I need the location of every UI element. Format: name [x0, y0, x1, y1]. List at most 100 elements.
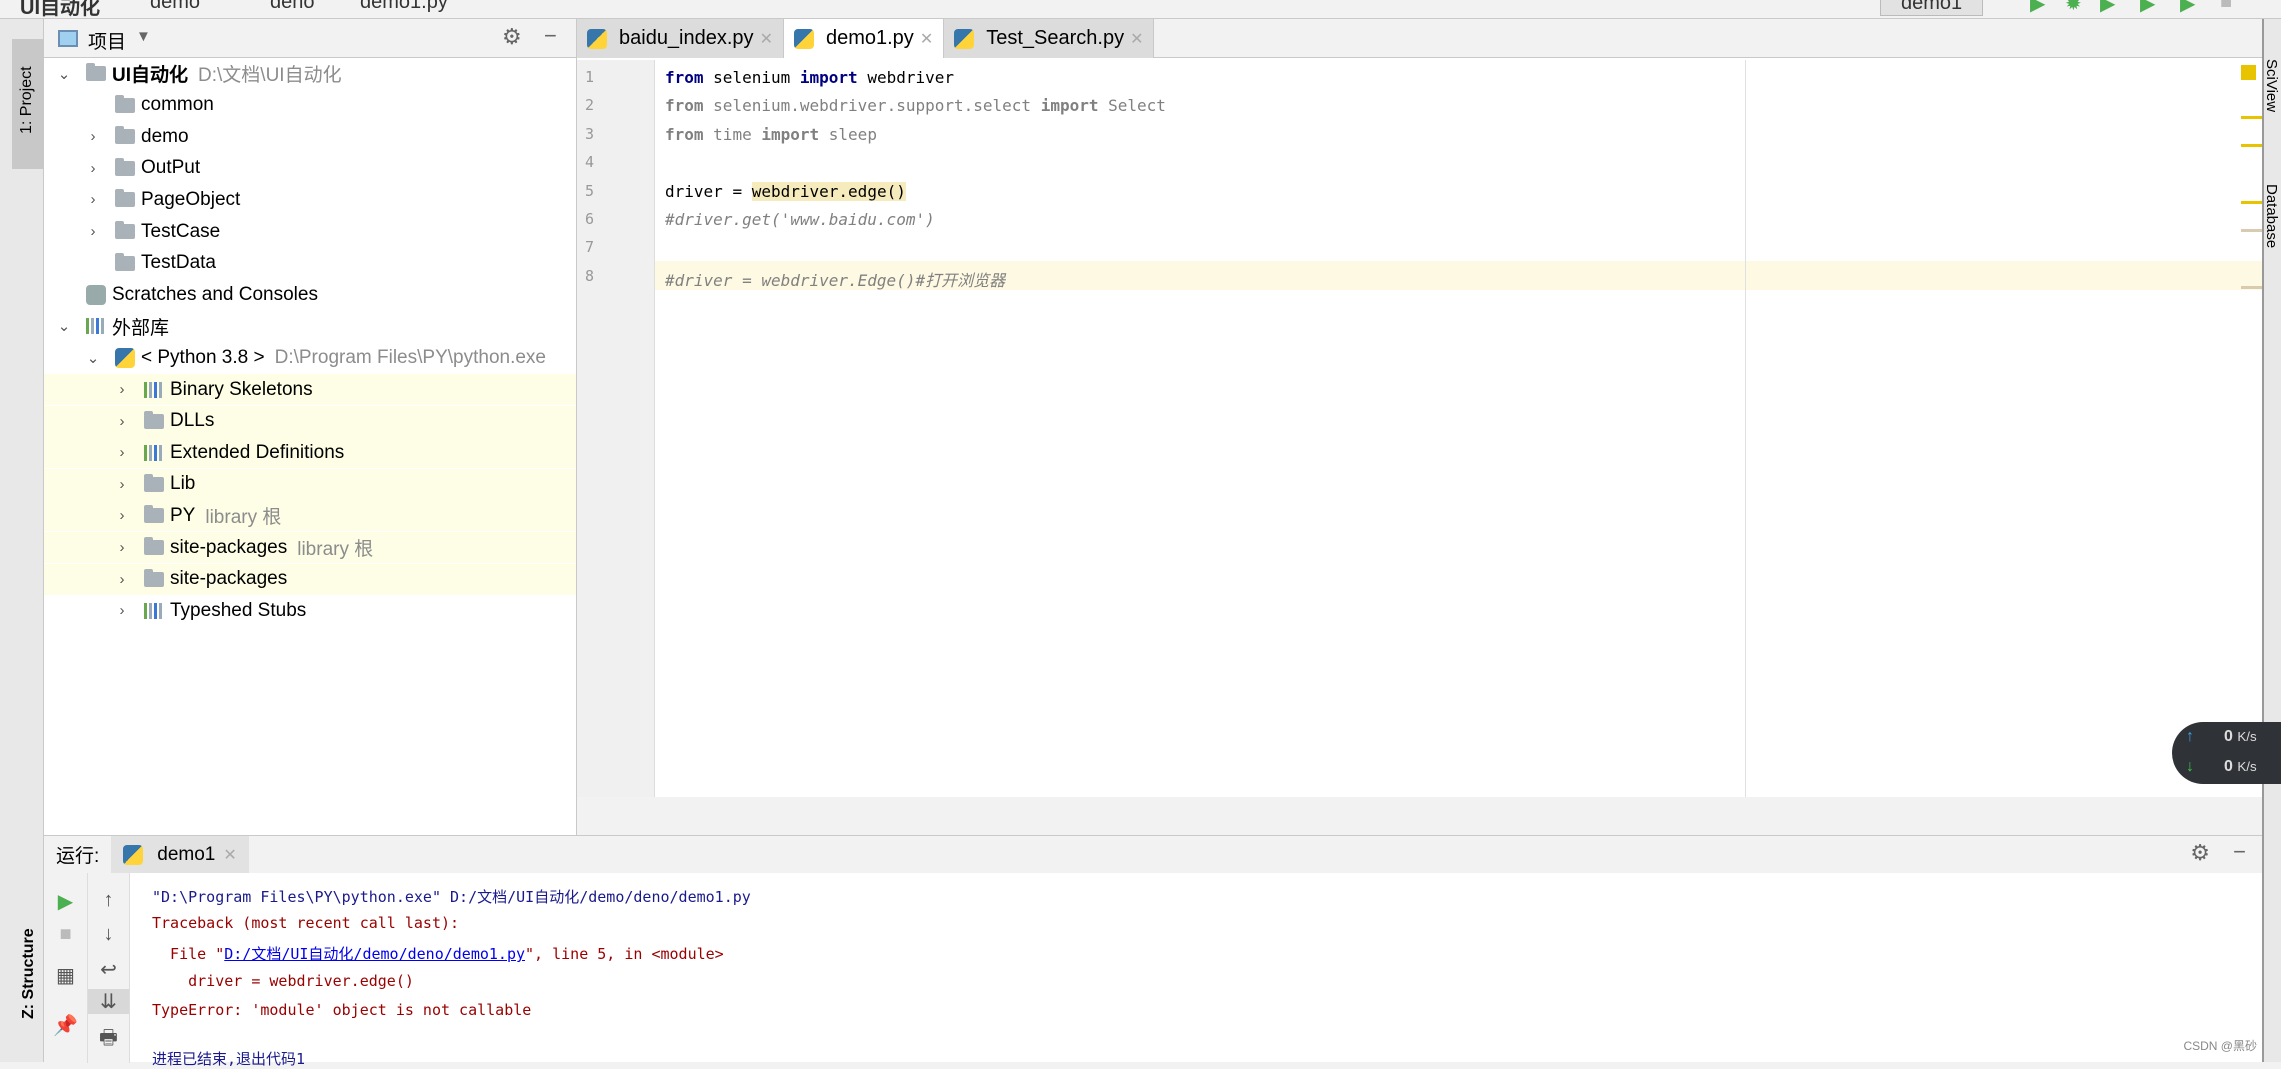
tree-item[interactable]: ⌄ UI自动化 D:\文档\UI自动化	[44, 58, 576, 89]
speed-unit: K/s	[2237, 729, 2257, 744]
tree-item-hint: library 根	[205, 507, 282, 529]
code-line[interactable]: #driver.get('www.baidu.com')	[665, 210, 935, 229]
tree-item-label: TestData	[141, 252, 216, 274]
download-speed: 0	[2224, 758, 2233, 775]
tree-item[interactable]: › PageObject	[44, 184, 576, 215]
arrow-down-icon[interactable]: ↓	[88, 923, 129, 946]
code-line[interactable]: from time import sleep	[665, 125, 877, 144]
tree-item[interactable]: TestData	[44, 248, 576, 279]
close-icon[interactable]: ✕	[920, 29, 933, 49]
print-icon[interactable]: 🖶	[88, 1023, 129, 1057]
tree-item[interactable]: › site-packages	[44, 563, 576, 595]
tree-item[interactable]: common	[44, 90, 576, 121]
tree-item[interactable]: › PY library 根	[44, 500, 576, 532]
chevron-right-icon[interactable]: ›	[114, 602, 130, 619]
upload-arrow-icon: ↑	[2186, 728, 2194, 745]
gear-icon[interactable]: ⚙	[2190, 840, 2210, 866]
soft-wrap-icon[interactable]: ↩	[88, 957, 129, 982]
error-stripe-mark[interactable]	[2241, 229, 2262, 232]
debug-icon[interactable]: ✹	[2065, 0, 2082, 16]
project-view-select[interactable]: 项目	[88, 27, 126, 54]
sciview-tool-tab[interactable]: SciView	[2263, 59, 2280, 112]
database-tool-tab[interactable]: Database	[2263, 184, 2280, 248]
coverage-icon[interactable]: ▶	[2100, 0, 2115, 16]
run-icon[interactable]: ▶	[2030, 0, 2045, 16]
concurrency-icon[interactable]: ▶	[2180, 0, 2195, 16]
breadcrumb-item[interactable]: UI自动化	[20, 0, 100, 18]
tree-item[interactable]: › Extended Definitions	[44, 437, 576, 469]
rerun-icon[interactable]: ▶	[44, 889, 87, 914]
minimize-icon[interactable]: −	[2233, 839, 2246, 865]
editor-tab[interactable]: baidu_index.py ✕	[577, 19, 784, 58]
library-icon	[144, 381, 164, 398]
editor-tab[interactable]: demo1.py ✕	[783, 19, 945, 58]
line-number: 7	[585, 238, 595, 257]
gear-icon[interactable]: ⚙	[502, 24, 522, 50]
chevron-right-icon[interactable]: ›	[114, 507, 130, 524]
pin-icon[interactable]: 📌	[44, 1013, 87, 1038]
run-tab-demo1[interactable]: demo1 ✕	[111, 836, 249, 873]
close-icon[interactable]: ✕	[1130, 29, 1143, 49]
chevron-right-icon[interactable]: ›	[114, 444, 130, 461]
chevron-right-icon[interactable]: ›	[85, 160, 101, 177]
chevron-right-icon[interactable]: ›	[114, 539, 130, 556]
code-token: webdriver	[867, 68, 955, 87]
output-error: TypeError: 'module' object is not callab…	[152, 1001, 532, 1019]
editor-tab[interactable]: Test_Search.py ✕	[944, 19, 1155, 58]
network-speed-widget[interactable]: ↑ 0 K/s ↓ 0 K/s	[2172, 722, 2281, 784]
tree-item[interactable]: › TestCase	[44, 216, 576, 247]
structure-tool-tab[interactable]: Z: Structure	[20, 928, 38, 1019]
tree-item[interactable]: ⌄ < Python 3.8 > D:\Program Files\PY\pytho…	[44, 342, 576, 373]
error-stripe-mark[interactable]	[2241, 144, 2262, 147]
chevron-down-icon[interactable]: ▼	[136, 28, 151, 45]
code-line[interactable]: #driver = webdriver.Edge()#打开浏览器	[665, 267, 1005, 291]
chevron-right-icon[interactable]: ›	[85, 128, 101, 145]
stop-icon[interactable]: ■	[2220, 0, 2232, 14]
breadcrumb-item[interactable]: demo	[150, 0, 200, 14]
tree-item[interactable]: ⌄ 外部库	[44, 311, 576, 342]
chevron-right-icon[interactable]: ›	[114, 381, 130, 398]
code-line[interactable]: from selenium import webdriver	[665, 68, 954, 87]
project-tool-tab[interactable]: 1: Project	[12, 39, 44, 169]
chevron-right-icon[interactable]: ›	[85, 191, 101, 208]
scroll-to-end-icon[interactable]: ⇊	[88, 989, 129, 1014]
tree-item[interactable]: › Lib	[44, 468, 576, 500]
close-icon[interactable]: ✕	[760, 29, 773, 49]
close-icon[interactable]: ✕	[223, 845, 236, 865]
arrow-up-icon[interactable]: ↑	[88, 889, 129, 912]
tree-item[interactable]: Scratches and Consoles	[44, 279, 576, 310]
chevron-down-icon[interactable]: ⌄	[85, 349, 101, 367]
error-stripe-mark[interactable]	[2241, 286, 2262, 289]
chevron-right-icon[interactable]: ›	[114, 476, 130, 493]
chevron-right-icon[interactable]: ›	[114, 571, 130, 588]
code-line[interactable]: from selenium.webdriver.support.select i…	[665, 96, 1166, 115]
tree-item[interactable]: › Typeshed Stubs	[44, 595, 576, 626]
chevron-right-icon[interactable]: ›	[85, 223, 101, 240]
code-line[interactable]: driver = webdriver.edge()	[665, 181, 906, 201]
chevron-right-icon[interactable]: ›	[114, 413, 130, 430]
chevron-down-icon[interactable]: ⌄	[56, 317, 72, 335]
chevron-down-icon[interactable]: ⌄	[56, 65, 72, 83]
minimize-icon[interactable]: −	[544, 23, 557, 49]
output-traceback: Traceback (most recent call last):	[152, 914, 460, 932]
comment: #driver.get('www.baidu.com')	[665, 210, 935, 229]
project-panel: 项目 ▼ ⚙ − ⌄ UI自动化 D:\文档\UI自动化 common › demo › Ou…	[44, 19, 577, 835]
keyword: from	[665, 96, 704, 116]
run-config-select[interactable]: demo1	[1880, 0, 1984, 16]
tree-item[interactable]: › demo	[44, 121, 576, 152]
stop-icon[interactable]: ■	[44, 923, 87, 946]
tree-item[interactable]: › DLLs	[44, 405, 576, 437]
layout-icon[interactable]: ▦	[44, 963, 87, 988]
error-stripe-mark[interactable]	[2241, 201, 2262, 204]
output-file-link[interactable]: D:/文档/UI自动化/demo/deno/demo1.py	[224, 945, 525, 963]
tree-item[interactable]: › Binary Skeletons	[44, 374, 576, 405]
warning-indicator-icon[interactable]	[2241, 65, 2256, 80]
tree-item[interactable]: › site-packages library 根	[44, 532, 576, 563]
profile-icon[interactable]: ▶	[2140, 0, 2155, 16]
tree-item-label: OutPut	[141, 157, 201, 179]
breadcrumb-item[interactable]: demo1.py	[360, 0, 448, 14]
tree-item[interactable]: › OutPut	[44, 153, 576, 184]
error-stripe-mark[interactable]	[2241, 116, 2262, 119]
breadcrumb-item[interactable]: deno	[270, 0, 315, 14]
